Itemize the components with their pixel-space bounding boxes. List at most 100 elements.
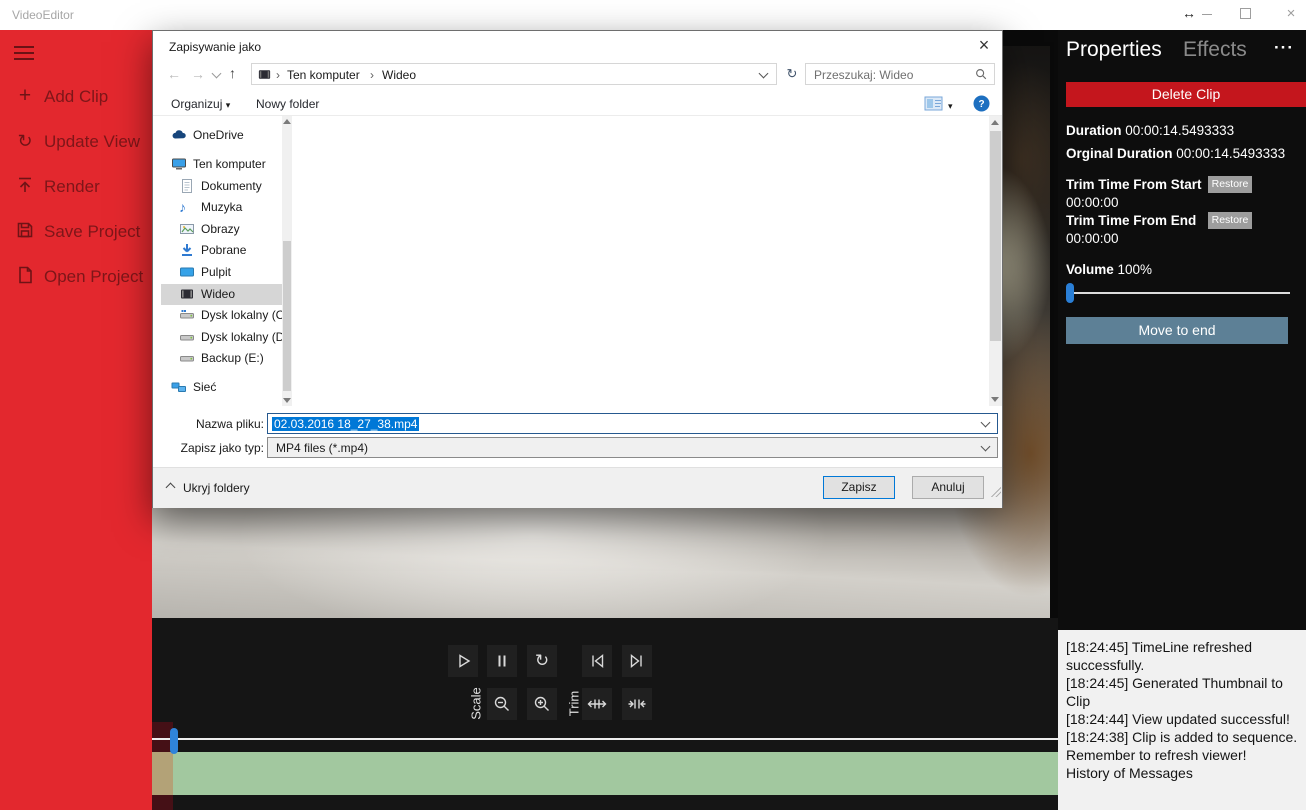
tree-scrollbar[interactable]: [282, 116, 292, 406]
resize-grip[interactable]: [991, 487, 1001, 497]
minimize-icon[interactable]: [1202, 14, 1212, 15]
tree-item-desktop[interactable]: Pulpit: [161, 262, 282, 283]
tree-item-local-disk-d[interactable]: Dysk lokalny (D:): [161, 327, 292, 348]
skip-to-start-button[interactable]: [582, 645, 612, 677]
hamburger-menu-icon[interactable]: [14, 46, 34, 62]
sidebar-item-render[interactable]: Render: [0, 173, 152, 201]
filename-dropdown-icon[interactable]: [980, 417, 991, 428]
address-dropdown-icon[interactable]: [758, 68, 769, 79]
pause-icon: [498, 655, 506, 667]
volume-slider-thumb[interactable]: [1066, 283, 1074, 303]
video-editor-app: VideoEditor ↔ × + Add Clip ↻ Update View…: [0, 0, 1306, 810]
svg-text:?: ?: [978, 99, 984, 110]
tree-item-backup-e[interactable]: Backup (E:): [161, 348, 282, 369]
breadcrumb-current[interactable]: Wideo: [382, 68, 416, 82]
log-message: [18:24:38] Clip is added to sequence. Re…: [1066, 729, 1298, 763]
close-icon[interactable]: ×: [1278, 5, 1304, 22]
sidebar-item-open-project[interactable]: Open Project: [0, 263, 152, 291]
tree-item-pictures[interactable]: Obrazy: [161, 219, 282, 240]
address-refresh-icon[interactable]: ↻: [783, 63, 801, 85]
trim-in-button[interactable]: [622, 688, 652, 720]
resize-icon[interactable]: ↔: [1176, 5, 1202, 21]
dialog-title: Zapisywanie jako: [169, 40, 262, 54]
timeline-ruler[interactable]: [152, 738, 1058, 740]
new-folder-button[interactable]: Nowy folder: [256, 97, 319, 111]
restore-trim-start-button[interactable]: Restore: [1208, 176, 1252, 193]
delete-clip-button[interactable]: Delete Clip: [1066, 82, 1306, 107]
breadcrumb-separator: ›: [276, 68, 280, 82]
tree-scrollbar-thumb[interactable]: [283, 241, 291, 391]
cancel-button[interactable]: Anuluj: [912, 476, 984, 499]
disk-e-icon: [179, 350, 195, 366]
tree-item-documents[interactable]: Dokumenty: [161, 176, 282, 197]
view-mode-dropdown-icon[interactable]: ▾: [948, 101, 953, 112]
computer-icon: [171, 156, 187, 172]
back-icon[interactable]: ←: [167, 66, 181, 82]
tree-item-network[interactable]: Sieć: [161, 377, 282, 398]
breadcrumb-root[interactable]: Ten komputer: [287, 68, 360, 82]
organize-menu[interactable]: Organizuj ▾: [171, 97, 230, 111]
tree-item-this-pc[interactable]: Ten komputer: [161, 154, 282, 175]
filetype-dropdown-icon[interactable]: [980, 441, 991, 452]
file-list[interactable]: [293, 116, 989, 406]
timeline-playhead[interactable]: [170, 728, 178, 754]
list-scrollbar-thumb[interactable]: [990, 131, 1001, 341]
tree-item-videos[interactable]: Wideo: [161, 284, 282, 305]
document-open-icon: [14, 265, 36, 287]
restore-trim-end-button[interactable]: Restore: [1208, 212, 1252, 229]
tab-properties[interactable]: Properties: [1066, 38, 1162, 62]
scroll-down-icon[interactable]: [991, 397, 999, 402]
address-bar[interactable]: › Ten komputer › Wideo: [251, 63, 777, 85]
scale-label: Scale: [468, 687, 484, 720]
hide-folders-chevron-icon: [165, 482, 176, 493]
up-icon[interactable]: ↑: [229, 65, 236, 81]
trim-out-button[interactable]: [582, 688, 612, 720]
move-to-end-button[interactable]: Move to end: [1066, 317, 1288, 344]
scroll-up-icon[interactable]: [991, 120, 999, 125]
help-icon[interactable]: ?: [973, 95, 990, 112]
filename-value: 02.03.2016 18_27_38.mp4: [272, 417, 420, 431]
loop-button[interactable]: ↻: [527, 645, 557, 677]
recent-locations-icon[interactable]: [211, 68, 222, 79]
floppy-save-icon: [14, 220, 36, 242]
volume-row: Volume 100%: [1066, 262, 1153, 277]
sidebar-item-save-project[interactable]: Save Project: [0, 218, 152, 246]
tab-effects[interactable]: Effects: [1183, 38, 1247, 62]
forward-icon[interactable]: →: [191, 66, 205, 82]
folder-video-icon: [257, 67, 273, 83]
view-mode-icon[interactable]: [924, 96, 944, 112]
scroll-down-icon[interactable]: [283, 398, 291, 403]
zoom-in-button[interactable]: [527, 688, 557, 720]
tree-item-onedrive[interactable]: OneDrive: [161, 125, 282, 146]
filetype-select[interactable]: MP4 files (*.mp4): [267, 437, 998, 458]
music-note-icon: ♪: [179, 199, 186, 215]
search-input[interactable]: Przeszukaj: Wideo: [805, 63, 995, 85]
play-icon: [459, 654, 471, 668]
save-button[interactable]: Zapisz: [823, 476, 895, 499]
tree-item-downloads[interactable]: Pobrane: [161, 240, 282, 261]
list-scrollbar[interactable]: [989, 116, 1002, 406]
scroll-up-icon[interactable]: [283, 119, 291, 124]
dialog-close-icon[interactable]: ×: [973, 35, 995, 56]
trim-contract-icon: [628, 699, 646, 709]
skip-to-end-button[interactable]: [622, 645, 652, 677]
maximize-icon[interactable]: [1240, 8, 1251, 19]
sidebar-item-update-view[interactable]: ↻ Update View: [0, 128, 152, 156]
play-button[interactable]: [448, 645, 478, 677]
videos-icon: [179, 286, 195, 302]
upload-icon: [14, 175, 36, 197]
pause-button[interactable]: [487, 645, 517, 677]
tree-item-local-disk-c[interactable]: Dysk lokalny (C:): [161, 305, 292, 326]
more-options-icon[interactable]: ···: [1274, 38, 1294, 58]
zoom-out-icon: [494, 696, 509, 711]
filename-input[interactable]: 02.03.2016 18_27_38.mp4: [267, 413, 998, 434]
volume-slider[interactable]: [1066, 292, 1290, 294]
timeline-clip-trim-region[interactable]: [152, 752, 173, 795]
sidebar-item-add-clip[interactable]: + Add Clip: [0, 83, 152, 111]
hide-folders-button[interactable]: Ukryj foldery: [183, 481, 250, 495]
zoom-out-button[interactable]: [487, 688, 517, 720]
trim-label: Trim: [566, 690, 582, 717]
trim-end-label: Trim Time From End: [1066, 213, 1197, 228]
timeline-clip[interactable]: [152, 752, 1058, 795]
tree-item-music[interactable]: ♪ Muzyka: [161, 197, 282, 218]
